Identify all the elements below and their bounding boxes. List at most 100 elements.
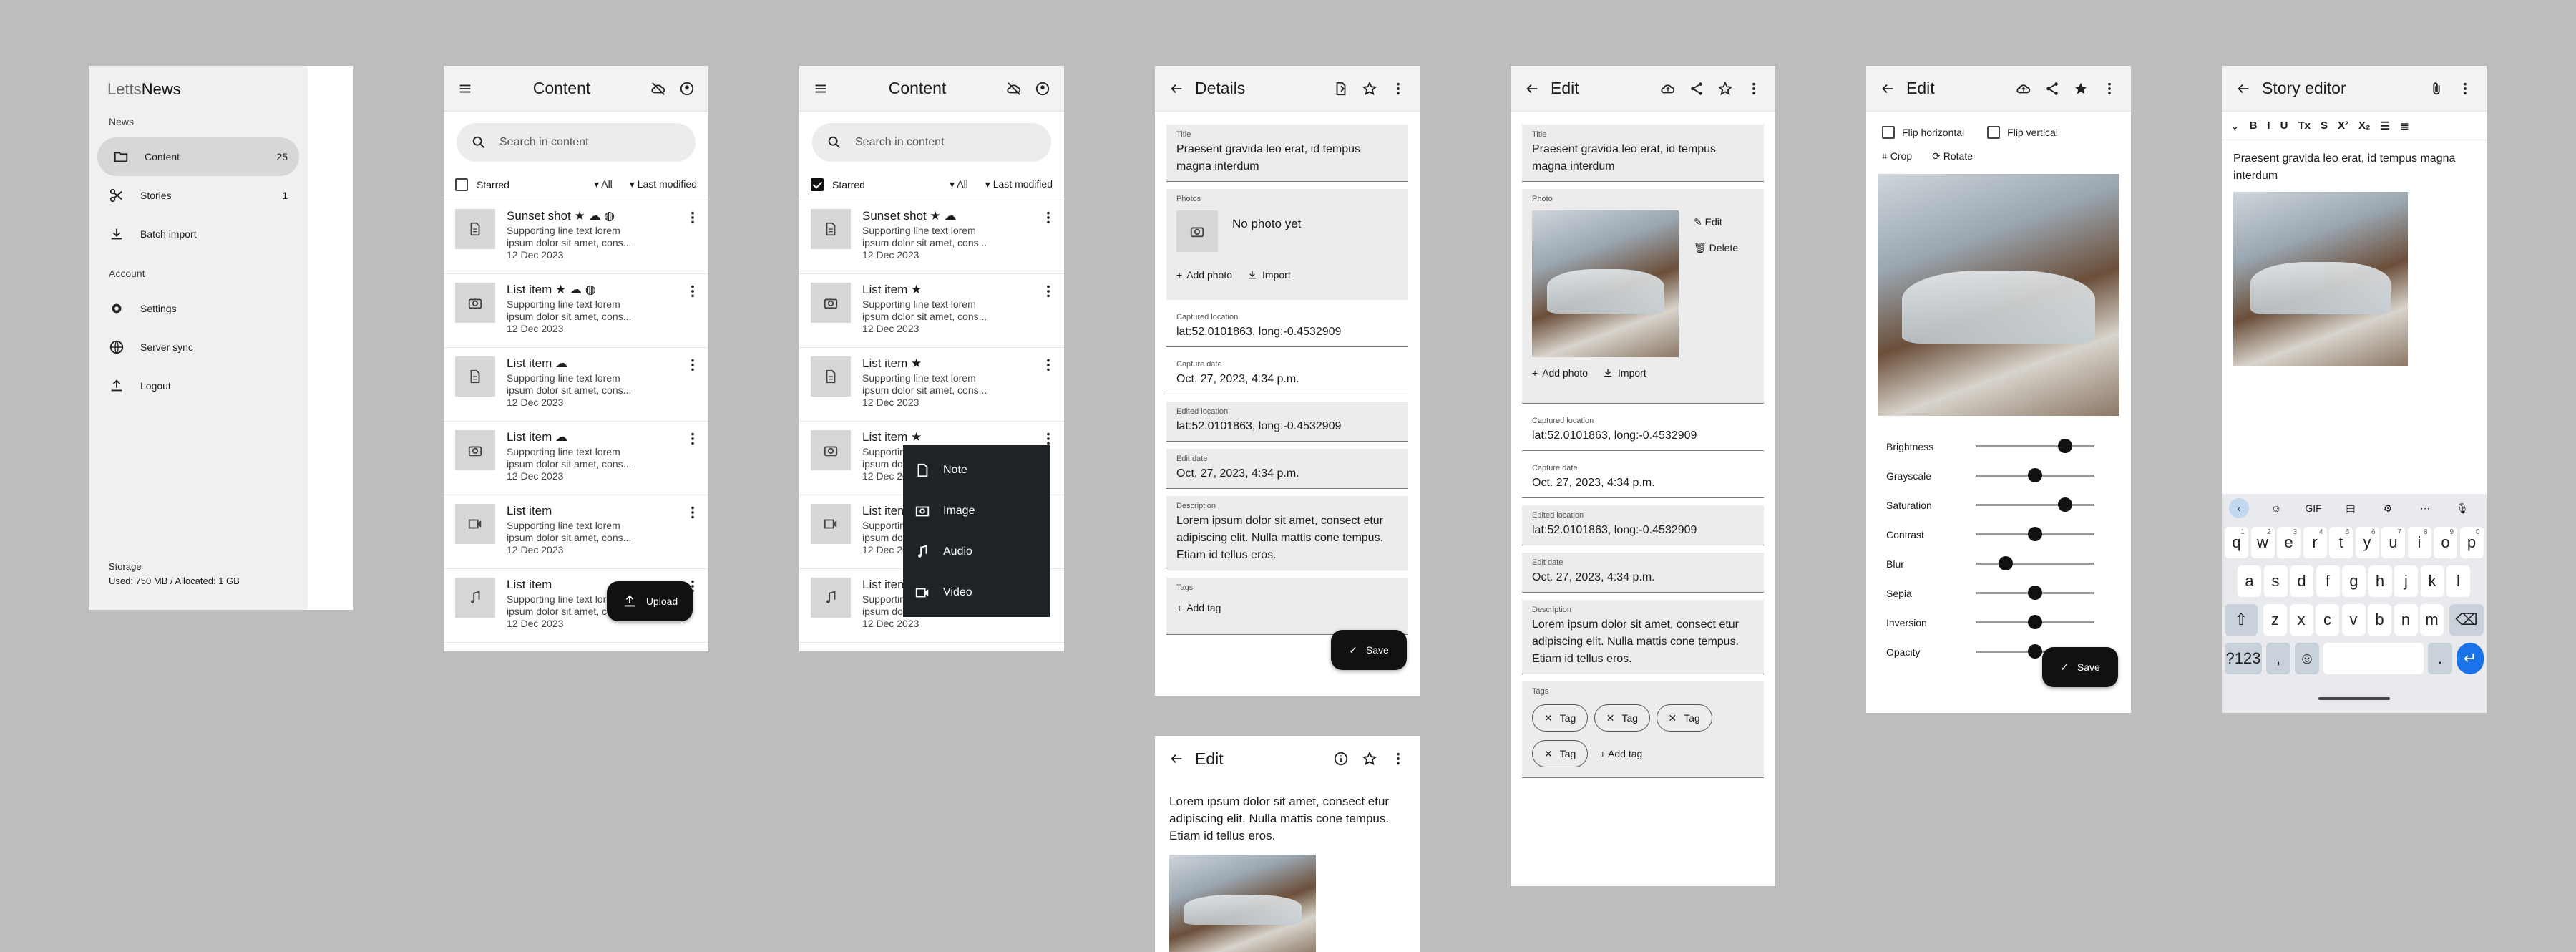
format-button[interactable]: U (2280, 120, 2288, 132)
save-button[interactable]: ✓ Save (2042, 647, 2118, 687)
back-arrow-icon[interactable] (1518, 74, 1546, 103)
key-y[interactable]: y6 (2355, 527, 2379, 558)
more-vert-icon[interactable] (2095, 74, 2124, 103)
search-bar[interactable]: Search in content (812, 123, 1051, 162)
flip-horizontal-checkbox[interactable]: Flip horizontal (1882, 126, 1964, 139)
star-icon[interactable] (1355, 74, 1384, 103)
menu-item-note[interactable]: Note (903, 450, 1050, 490)
nav-item-server-sync[interactable]: Server sync (89, 328, 308, 366)
attachment-icon[interactable] (2422, 74, 2451, 103)
more-vert-icon[interactable] (684, 209, 701, 226)
more-vert-icon[interactable] (1384, 744, 1413, 773)
more-vert-icon[interactable] (684, 356, 701, 374)
key-z[interactable]: z (2263, 604, 2287, 636)
key-l[interactable]: l (2446, 565, 2470, 597)
key-m[interactable]: m (2420, 604, 2444, 636)
title-field[interactable]: Title Praesent gravida leo erat, id tempu… (1522, 125, 1764, 182)
filter-all-dropdown[interactable]: ▾ All (594, 178, 613, 190)
format-button[interactable]: X₂ (2358, 120, 2371, 132)
tag-chip[interactable]: ✕ Tag (1532, 704, 1589, 732)
key-period[interactable]: . (2428, 643, 2452, 674)
nav-item-stories[interactable]: Stories 1 (89, 176, 308, 215)
key-w[interactable]: w2 (2250, 527, 2275, 558)
sort-dropdown[interactable]: ▾ Last modified (630, 178, 697, 190)
save-button[interactable]: ✓ Save (1331, 630, 1407, 670)
add-tag-button[interactable]: + Add tag (1600, 748, 1643, 759)
chevron-down-icon[interactable]: ⌄ (2230, 120, 2240, 132)
edit-date-field[interactable]: Edit date Oct. 27, 2023, 4:34 p.m. (1166, 449, 1408, 489)
format-button[interactable]: Tx (2298, 120, 2311, 132)
flip-vertical-checkbox[interactable]: Flip vertical (1987, 126, 2058, 139)
edited-location-field[interactable]: Edited location lat:52.0101863, long:-0.4… (1522, 505, 1764, 545)
format-button[interactable]: X² (2338, 120, 2348, 132)
emoji-key[interactable]: ☺ (2295, 643, 2319, 674)
share-icon[interactable] (1682, 74, 1711, 103)
nav-item-settings[interactable]: Settings (89, 289, 308, 328)
key-k[interactable]: k (2420, 565, 2444, 597)
key-v[interactable]: v (2341, 604, 2366, 636)
menu-item-image[interactable]: Image (903, 490, 1050, 531)
photo-delete-button[interactable]: 🗑 Delete (1694, 242, 1738, 254)
key-p[interactable]: p0 (2459, 527, 2484, 558)
space-key[interactable] (2323, 643, 2424, 674)
list-item[interactable]: List item ☁ Supporting line text lorem ips… (444, 348, 708, 422)
star-filled-icon[interactable] (2067, 74, 2095, 103)
slider-thumb[interactable] (2028, 644, 2042, 659)
rotate-button[interactable]: ⟳ Rotate (1932, 150, 1973, 162)
gif-icon[interactable]: GIF (2303, 498, 2323, 518)
nav-item-content[interactable]: Content 25 (97, 137, 299, 176)
list-item[interactable]: List item ★ Supporting line text loremips… (799, 348, 1064, 422)
menu-icon[interactable] (806, 74, 835, 103)
format-button[interactable]: B (2250, 120, 2258, 132)
tag-chip[interactable]: ✕ Tag (1656, 704, 1712, 732)
more-vert-icon[interactable] (1040, 356, 1057, 374)
slider-thumb[interactable] (2028, 468, 2042, 482)
note-body[interactable]: Lorem ipsum dolor sit amet, consect etur… (1155, 782, 1420, 855)
crop-button[interactable]: ⌗ Crop (1882, 150, 1912, 162)
star-icon[interactable] (1711, 74, 1740, 103)
more-vert-icon[interactable] (1040, 209, 1057, 226)
chevron-left-icon[interactable]: ‹ (2229, 498, 2249, 518)
more-horiz-icon[interactable]: ⋯ (2415, 498, 2435, 518)
back-arrow-icon[interactable] (2229, 74, 2258, 103)
key-u[interactable]: u7 (2381, 527, 2405, 558)
tag-chip[interactable]: ✕ Tag (1532, 740, 1589, 767)
key-o[interactable]: o9 (2434, 527, 2457, 558)
slider-thumb[interactable] (2057, 497, 2072, 512)
key-i[interactable]: i8 (2407, 527, 2431, 558)
list-item[interactable]: List item Supporting line text loremipsum… (444, 495, 708, 569)
key-x[interactable]: x (2289, 604, 2313, 636)
slider-track[interactable] (1976, 586, 2094, 600)
starred-checkbox[interactable] (811, 178, 824, 191)
key-e[interactable]: e3 (2277, 527, 2301, 558)
filter-all-dropdown[interactable]: ▾ All (950, 178, 968, 190)
account-icon[interactable] (1028, 74, 1057, 103)
list-item[interactable]: List item ☁ Supporting line text lorem ips… (444, 422, 708, 495)
format-button[interactable]: S (2321, 120, 2328, 132)
slider-thumb[interactable] (2028, 586, 2042, 600)
slider-thumb[interactable] (1998, 556, 2013, 570)
back-arrow-icon[interactable] (1873, 74, 1902, 103)
sticker-icon[interactable]: ☺ (2266, 498, 2286, 518)
format-button[interactable]: I (2267, 120, 2270, 132)
list-item[interactable]: Sunset shot ★ ☁ Supporting line text lore… (799, 200, 1064, 274)
bullet-list-icon[interactable]: ☰ (2381, 120, 2390, 132)
gear-icon[interactable]: ⚙ (2378, 498, 2398, 518)
key-t[interactable]: t5 (2329, 527, 2353, 558)
key-s[interactable]: s (2263, 565, 2288, 597)
slider-track[interactable] (1976, 615, 2094, 629)
starred-checkbox[interactable] (455, 178, 468, 191)
search-bar[interactable]: Search in content (457, 123, 696, 162)
key-a[interactable]: a (2238, 565, 2261, 597)
slider-track[interactable] (1976, 497, 2094, 512)
list-item[interactable]: Sunset shot ★ ☁ ◍ Supporting line text lo… (444, 200, 708, 274)
slider-thumb[interactable] (2028, 615, 2042, 629)
info-icon[interactable] (1327, 744, 1355, 773)
back-arrow-icon[interactable] (1162, 74, 1191, 103)
backspace-key[interactable]: ⌫ (2449, 604, 2484, 636)
slider-thumb[interactable] (2057, 439, 2072, 453)
slider-track[interactable] (1976, 439, 2094, 453)
list-item[interactable]: List item ★ ☁ ◍ Supporting line text lore… (444, 274, 708, 348)
nav-item-logout[interactable]: Logout (89, 366, 308, 405)
key-r[interactable]: r4 (2303, 527, 2327, 558)
